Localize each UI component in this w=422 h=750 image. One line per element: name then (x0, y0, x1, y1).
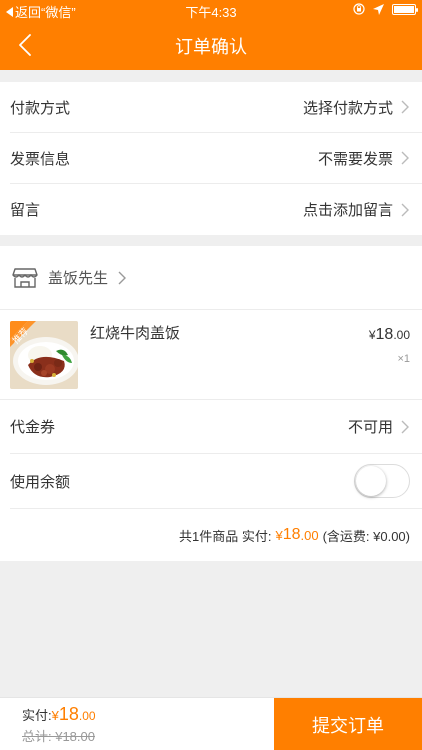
dish-price: ¥18.00 (369, 326, 410, 344)
balance-label: 使用余额 (10, 473, 71, 491)
price-integer: 18 (375, 326, 394, 343)
store-icon (12, 267, 38, 288)
summary-paid-decimal: .00 (300, 527, 319, 543)
order-summary: 共1件商品 实付: ¥18.00 (含运费: ¥0.00) (0, 509, 422, 561)
invoice-row[interactable]: 发票信息 不需要发票 (10, 133, 422, 184)
chevron-right-icon (401, 420, 409, 433)
toggle-knob (356, 466, 386, 496)
voucher-label: 代金券 (10, 419, 56, 436)
status-bar: 返回“微信” 下午4:33 (0, 0, 422, 20)
invoice-label: 发票信息 (10, 150, 71, 168)
message-label: 留言 (10, 202, 41, 219)
paid-currency: ¥ (51, 708, 59, 723)
header: 返回“微信” 下午4:33 订单确认 (0, 0, 422, 70)
order-item[interactable]: 推荐 红烧牛肉盖饭 ¥18.00 ×1 (0, 310, 422, 400)
checkout-totals: 实付:¥18.00 总计: ¥18.00 (22, 704, 96, 745)
paid-amount: 实付:¥18.00 (22, 704, 96, 725)
balance-toggle[interactable] (354, 464, 410, 498)
chevron-right-icon (401, 151, 409, 165)
summary-shipping: (含运费: ¥0.00) (322, 528, 410, 544)
paid-decimal: .00 (78, 709, 96, 723)
submit-order-button[interactable]: 提交订单 (274, 698, 422, 750)
payment-method-value: 选择付款方式 (302, 99, 393, 117)
message-row[interactable]: 留言 点击添加留言 (10, 184, 422, 235)
rotation-lock-icon (353, 3, 365, 15)
dish-name: 红烧牛肉盖饭 (90, 325, 181, 342)
summary-paid-integer: 18 (282, 526, 301, 543)
message-value: 点击添加留言 (302, 202, 393, 219)
summary-count: 共1件商品 实付: (179, 528, 272, 544)
total-amount: 总计: ¥18.00 (22, 729, 95, 744)
nav-bar: 订单确认 (0, 20, 422, 70)
summary-paid-currency: ¥ (275, 527, 283, 543)
voucher-row[interactable]: 代金券 不可用 (10, 400, 422, 454)
battery-icon (392, 3, 418, 15)
invoice-value: 不需要发票 (317, 150, 393, 168)
order-options-panel: 付款方式 选择付款方式 发票信息 不需要发票 留言 点击添加留言 (0, 82, 422, 235)
voucher-value: 不可用 (347, 419, 393, 436)
order-items-panel: 盖饭先生 推荐 红烧牛肉盖饭 ¥18.00 ×1 代金券 不可用 使用余额 共1… (0, 246, 422, 561)
store-row[interactable]: 盖饭先生 (0, 246, 422, 310)
payment-method-row[interactable]: 付款方式 选择付款方式 (10, 82, 422, 133)
payment-method-label: 付款方式 (10, 99, 71, 117)
chevron-right-icon (401, 203, 409, 216)
balance-row: 使用余额 (10, 454, 422, 509)
status-icons (353, 3, 418, 15)
dish-thumbnail: 推荐 (10, 320, 78, 389)
chevron-right-icon (118, 271, 127, 284)
price-decimal: .00 (393, 328, 410, 342)
paid-integer: 18 (58, 704, 79, 724)
price-currency: ¥ (368, 328, 376, 342)
checkout-bar: 实付:¥18.00 总计: ¥18.00 提交订单 (0, 697, 422, 750)
dish-quantity: ×1 (397, 353, 410, 365)
store-name: 盖饭先生 (48, 270, 109, 287)
page-title: 订单确认 (175, 37, 247, 57)
chevron-right-icon (401, 100, 409, 114)
paid-label: 实付: (22, 708, 52, 723)
location-icon (373, 3, 384, 15)
